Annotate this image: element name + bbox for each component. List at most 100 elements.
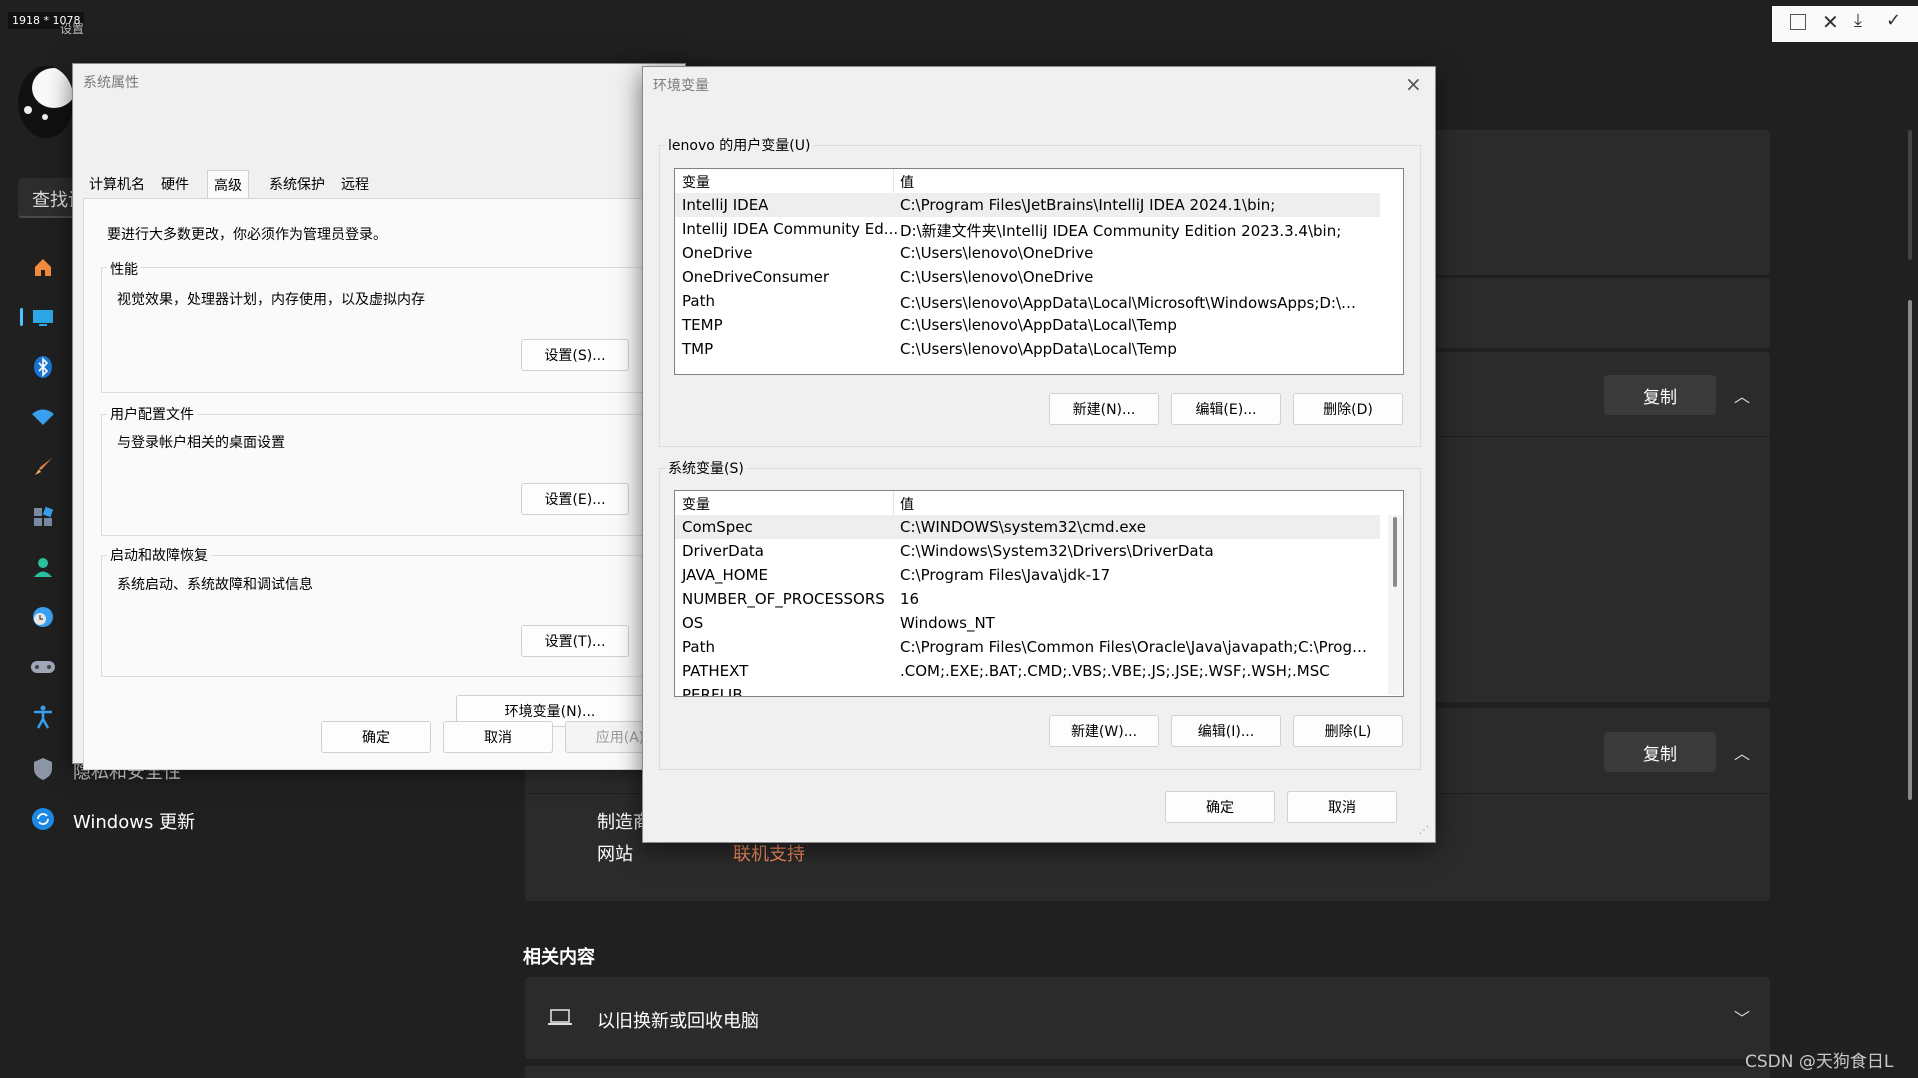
home-icon[interactable] (30, 254, 56, 280)
table-row[interactable]: DriverData C:\Windows\System32\Drivers\Dr… (675, 539, 1380, 563)
cancel-button[interactable]: 取消 (1287, 791, 1397, 823)
related-content-heading: 相关内容 (523, 947, 595, 968)
clock-icon[interactable] (30, 604, 56, 630)
system-new-button[interactable]: 新建(W)... (1049, 715, 1159, 747)
chevron-up-icon[interactable]: ︿ (1734, 740, 1750, 764)
performance-group (101, 267, 693, 393)
download-icon[interactable]: ⤓ (1854, 10, 1862, 31)
accessibility-icon[interactable] (30, 704, 56, 730)
table-row[interactable]: OneDriveConsumer C:\Users\lenovo\OneDrive (675, 265, 1380, 289)
wifi-icon[interactable] (30, 404, 56, 430)
column-header-value[interactable]: 值 (900, 494, 914, 514)
tab-computer-name[interactable]: 计算机名 (89, 174, 145, 194)
bluetooth-icon[interactable] (30, 354, 56, 380)
table-row[interactable]: OS Windows_NT (675, 611, 1380, 635)
system-edit-button[interactable]: 编辑(I)... (1171, 715, 1281, 747)
admin-notice: 要进行大多数更改，你必须作为管理员登录。 (107, 227, 387, 243)
next-card-edge (525, 1066, 1770, 1078)
table-row[interactable]: OneDrive C:\Users\lenovo\OneDrive (675, 241, 1380, 265)
table-row[interactable]: PERFLIB (675, 683, 1380, 696)
table-row[interactable]: ComSpec C:\WINDOWS\system32\cmd.exe (675, 515, 1380, 539)
brush-icon[interactable] (30, 454, 56, 480)
related-item-label: 以旧换新或回收电脑 (597, 1011, 759, 1032)
chevron-down-icon[interactable]: ﹀ (1734, 1005, 1750, 1029)
sidebar-item-windows-update[interactable]: Windows 更新 (73, 808, 195, 834)
table-row[interactable]: IntelliJ IDEA C:\Program Files\JetBrains\… (675, 193, 1380, 217)
tab-advanced[interactable]: 高级 (207, 170, 249, 199)
online-support-link[interactable]: 联机支持 (733, 840, 805, 866)
system-variables-title: 系统变量(S) (665, 458, 747, 478)
user-new-button[interactable]: 新建(N)... (1049, 393, 1159, 425)
startup-recovery-desc: 系统启动、系统故障和调试信息 (117, 577, 313, 593)
table-row[interactable]: IntelliJ IDEA Community Ed... D:\新建文件夹\In… (675, 217, 1380, 241)
user-profile-settings-button[interactable]: 设置(E)... (521, 483, 629, 515)
user-variables-title: lenovo 的用户变量(U) (665, 135, 814, 155)
close-icon[interactable]: ✕ (1822, 10, 1839, 34)
column-header-variable[interactable]: 变量 (682, 494, 710, 514)
column-header-variable[interactable]: 变量 (682, 172, 710, 192)
table-row[interactable]: Path C:\Program Files\Common Files\Oracle… (675, 635, 1380, 659)
dialog-title: 系统属性 (83, 75, 139, 91)
shield-icon[interactable] (30, 756, 56, 782)
check-icon[interactable]: ✓ (1886, 10, 1901, 31)
user-profile-desc: 与登录帐户相关的桌面设置 (117, 435, 285, 451)
list-header: 变量 值 (675, 169, 1403, 193)
cancel-button[interactable]: 取消 (443, 721, 553, 753)
display-icon[interactable] (30, 304, 56, 330)
scroll-track-edge (1908, 130, 1912, 260)
tab-remote[interactable]: 远程 (341, 174, 369, 194)
dialog-title: 环境变量 (653, 78, 709, 94)
apps-icon[interactable] (30, 504, 56, 530)
table-row[interactable]: NUMBER_OF_PROCESSORS 16 (675, 587, 1380, 611)
settings-search-input[interactable]: 查找设置 (18, 178, 104, 218)
ok-button[interactable]: 确定 (321, 721, 431, 753)
tab-hardware[interactable]: 硬件 (161, 174, 189, 194)
close-icon[interactable]: × (1405, 72, 1422, 96)
list-scrollbar[interactable] (1388, 515, 1402, 695)
user-edit-button[interactable]: 编辑(E)... (1171, 393, 1281, 425)
performance-title: 性能 (107, 259, 141, 279)
system-variables-list[interactable]: 变量 值 ComSpec C:\WINDOWS\system32\cmd.exe … (674, 490, 1404, 697)
copy-button-device[interactable]: 复制 (1604, 375, 1716, 415)
settings-window-title: 设置 (60, 22, 85, 36)
sidebar-selected-indicator (20, 308, 23, 326)
column-header-value[interactable]: 值 (900, 172, 914, 192)
chevron-up-icon[interactable]: ︿ (1734, 383, 1750, 407)
related-item-trade-in[interactable]: 以旧换新或回收电脑 ﹀ (525, 977, 1770, 1059)
ok-button[interactable]: 确定 (1165, 791, 1275, 823)
user-delete-button[interactable]: 删除(D) (1293, 393, 1403, 425)
settings-scrollbar[interactable] (1908, 300, 1912, 800)
scrollbar-thumb[interactable] (1393, 517, 1397, 587)
list-header: 变量 值 (675, 491, 1403, 515)
table-row[interactable]: Path C:\Users\lenovo\AppData\Local\Micros… (675, 289, 1380, 313)
update-icon[interactable] (30, 806, 56, 832)
copy-button-windows[interactable]: 复制 (1604, 732, 1716, 772)
startup-recovery-settings-button[interactable]: 设置(T)... (521, 625, 629, 657)
user-variables-list[interactable]: 变量 值 IntelliJ IDEA C:\Program Files\JetBr… (674, 168, 1404, 375)
resize-grip-icon[interactable]: ⋰ (1419, 825, 1429, 836)
account-icon[interactable] (30, 554, 56, 580)
environment-variables-dialog: 环境变量 × lenovo 的用户变量(U) 变量 值 IntelliJ IDE… (642, 66, 1436, 843)
gamepad-icon[interactable] (30, 654, 56, 680)
table-row[interactable]: TEMP C:\Users\lenovo\AppData\Local\Temp (675, 313, 1380, 337)
table-row[interactable]: TMP C:\Users\lenovo\AppData\Local\Temp (675, 337, 1380, 361)
support-website-label: 网站 (597, 844, 633, 865)
card-divider (1430, 436, 1770, 437)
tab-system-protection[interactable]: 系统保护 (269, 174, 325, 194)
pin-icon[interactable] (1790, 14, 1806, 30)
settings-card-2 (1430, 278, 1770, 348)
performance-desc: 视觉效果，处理器计划，内存使用，以及虚拟内存 (117, 292, 425, 308)
device-spec-card (1430, 352, 1770, 702)
user-profile-title: 用户配置文件 (107, 404, 197, 424)
table-row[interactable]: PATHEXT .COM;.EXE;.BAT;.CMD;.VBS;.VBE;.JS… (675, 659, 1380, 683)
startup-recovery-title: 启动和故障恢复 (107, 545, 211, 565)
capture-toolbar: ✕ ⤓ ✓ (1772, 6, 1918, 42)
performance-settings-button[interactable]: 设置(S)... (521, 339, 629, 371)
table-row[interactable]: JAVA_HOME C:\Program Files\Java\jdk-17 (675, 563, 1380, 587)
user-avatar[interactable] (18, 66, 74, 138)
laptop-icon (548, 1009, 572, 1025)
csdn-watermark: CSDN @天狗食日L (1745, 1052, 1894, 1072)
system-properties-dialog: 系统属性 计算机名 硬件 高级 系统保护 远程 要进行大多数更改，你必须作为管理… (72, 63, 693, 770)
settings-card-1 (1430, 130, 1770, 275)
system-delete-button[interactable]: 删除(L) (1293, 715, 1403, 747)
